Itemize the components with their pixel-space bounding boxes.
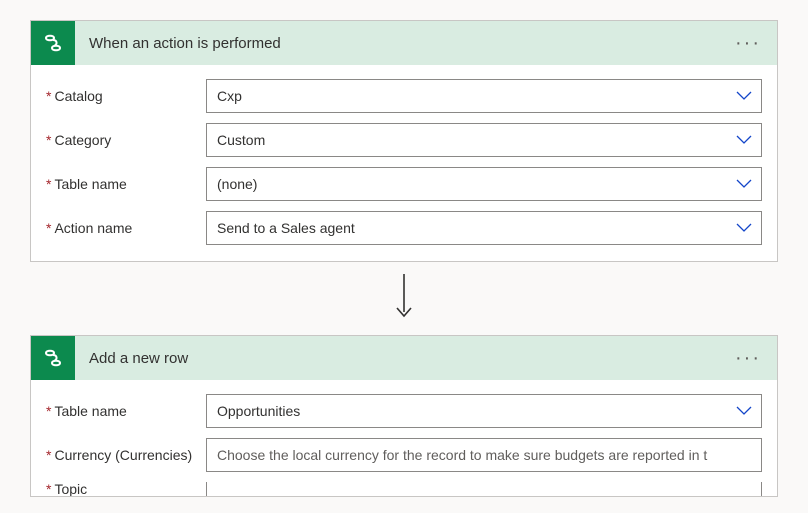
table-name-label-text-2: Table name bbox=[54, 403, 126, 419]
action-card: Add a new row ··· * Table name Opportuni… bbox=[30, 335, 778, 497]
currency-input[interactable]: Choose the local currency for the record… bbox=[206, 438, 762, 472]
action-card-header[interactable]: Add a new row ··· bbox=[31, 336, 777, 380]
required-asterisk: * bbox=[46, 176, 51, 192]
required-asterisk: * bbox=[46, 132, 51, 148]
table-name-label: * Table name bbox=[46, 176, 206, 192]
required-asterisk: * bbox=[46, 447, 51, 463]
table-name-select-2[interactable]: Opportunities bbox=[206, 394, 762, 428]
arrow-down-icon bbox=[394, 272, 414, 323]
catalog-row: * Catalog Cxp bbox=[46, 79, 762, 113]
table-name-select[interactable]: (none) bbox=[206, 167, 762, 201]
flow-connector bbox=[30, 262, 778, 335]
trigger-card-header[interactable]: When an action is performed ··· bbox=[31, 21, 777, 65]
action-name-select[interactable]: Send to a Sales agent bbox=[206, 211, 762, 245]
topic-input[interactable] bbox=[206, 482, 762, 496]
table-name-row-2: * Table name Opportunities bbox=[46, 394, 762, 428]
category-label-text: Category bbox=[54, 132, 111, 148]
category-value: Custom bbox=[217, 132, 265, 148]
dataverse-icon bbox=[31, 336, 75, 380]
currency-label: * Currency (Currencies) bbox=[46, 447, 206, 463]
action-card-body: * Table name Opportunities * Currency (C… bbox=[31, 380, 777, 496]
required-asterisk: * bbox=[46, 482, 51, 496]
catalog-label-text: Catalog bbox=[54, 88, 102, 104]
trigger-card-menu-button[interactable]: ··· bbox=[719, 33, 777, 53]
required-asterisk: * bbox=[46, 403, 51, 419]
currency-row: * Currency (Currencies) Choose the local… bbox=[46, 438, 762, 472]
currency-label-text: Currency (Currencies) bbox=[54, 447, 192, 463]
required-asterisk: * bbox=[46, 220, 51, 236]
catalog-label: * Catalog bbox=[46, 88, 206, 104]
category-select[interactable]: Custom bbox=[206, 123, 762, 157]
action-name-row: * Action name Send to a Sales agent bbox=[46, 211, 762, 245]
trigger-card-title: When an action is performed bbox=[75, 35, 719, 52]
table-name-label-2: * Table name bbox=[46, 403, 206, 419]
topic-row: * Topic bbox=[46, 482, 762, 496]
topic-label: * Topic bbox=[46, 482, 206, 496]
action-card-menu-button[interactable]: ··· bbox=[719, 348, 777, 368]
table-name-value-2: Opportunities bbox=[217, 403, 300, 419]
trigger-card: When an action is performed ··· * Catalo… bbox=[30, 20, 778, 262]
dataverse-icon bbox=[31, 21, 75, 65]
catalog-select[interactable]: Cxp bbox=[206, 79, 762, 113]
table-name-label-text: Table name bbox=[54, 176, 126, 192]
catalog-value: Cxp bbox=[217, 88, 242, 104]
table-name-row: * Table name (none) bbox=[46, 167, 762, 201]
action-card-title: Add a new row bbox=[75, 350, 719, 367]
action-name-label: * Action name bbox=[46, 220, 206, 236]
category-row: * Category Custom bbox=[46, 123, 762, 157]
topic-label-text: Topic bbox=[54, 482, 87, 496]
table-name-value: (none) bbox=[217, 176, 257, 192]
action-name-value: Send to a Sales agent bbox=[217, 220, 355, 236]
action-name-label-text: Action name bbox=[54, 220, 132, 236]
category-label: * Category bbox=[46, 132, 206, 148]
trigger-card-body: * Catalog Cxp * Category Custom bbox=[31, 65, 777, 261]
required-asterisk: * bbox=[46, 88, 51, 104]
currency-placeholder: Choose the local currency for the record… bbox=[217, 447, 707, 463]
